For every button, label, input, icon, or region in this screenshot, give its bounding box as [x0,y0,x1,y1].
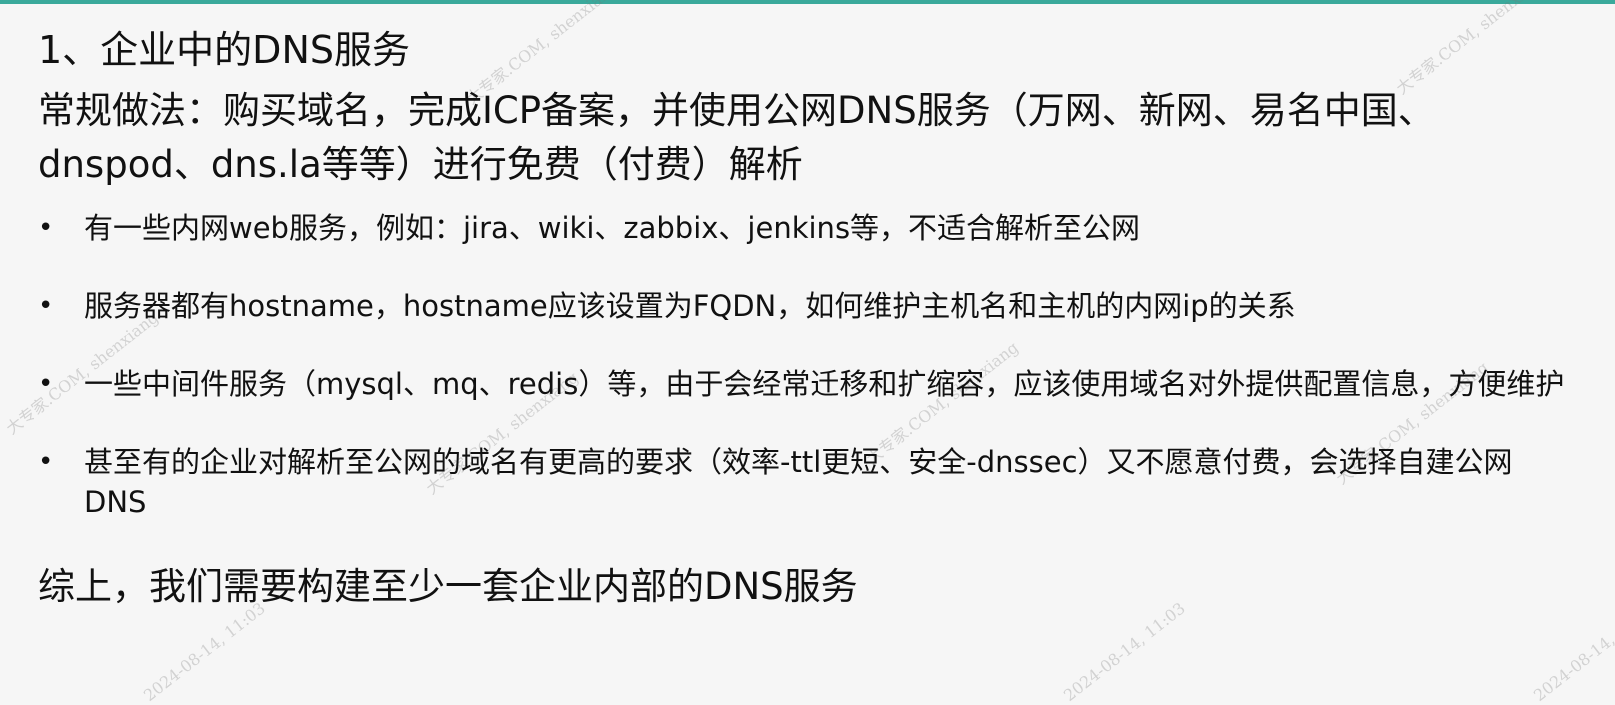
accent-top-bar [0,0,1615,4]
list-item: • 甚至有的企业对解析至公网的域名有更高的要求（效率-ttl更短、安全-dnss… [38,442,1574,522]
list-item: • 有一些内网web服务，例如：jira、wiki、zabbix、jenkins… [38,208,1574,248]
bullet-text: 甚至有的企业对解析至公网的域名有更高的要求（效率-ttl更短、安全-dnssec… [84,445,1513,519]
bullet-icon: • [38,213,54,243]
bullet-icon: • [38,447,54,477]
list-item: • 服务器都有hostname，hostname应该设置为FQDN，如何维护主机… [38,286,1574,326]
summary-paragraph: 综上，我们需要构建至少一套企业内部的DNS服务 [38,565,858,608]
intro-paragraph: 常规做法：购买域名，完成ICP备案，并使用公网DNS服务（万网、新网、易名中国、… [38,89,1435,186]
bullet-list: • 有一些内网web服务，例如：jira、wiki、zabbix、jenkins… [38,208,1598,522]
watermark: 2024-08-14, 11:03 [1060,598,1189,705]
slide-content: 1、企业中的DNS服务 常规做法：购买域名，完成ICP备案，并使用公网DNS服务… [38,20,1598,614]
bullet-text: 一些中间件服务（mysql、mq、redis）等，由于会经常迁移和扩缩容，应该使… [84,367,1565,401]
watermark: 2024-08-14, 11:03 [140,598,269,705]
list-item: • 一些中间件服务（mysql、mq、redis）等，由于会经常迁移和扩缩容，应… [38,364,1574,404]
watermark: 2024-08-14, 11:03 [1530,598,1615,705]
bullet-icon: • [38,369,54,399]
bullet-text: 服务器都有hostname，hostname应该设置为FQDN，如何维护主机名和… [84,289,1296,323]
slide-title: 1、企业中的DNS服务 [38,28,410,72]
bullet-text: 有一些内网web服务，例如：jira、wiki、zabbix、jenkins等，… [84,211,1141,245]
bullet-icon: • [38,291,54,321]
